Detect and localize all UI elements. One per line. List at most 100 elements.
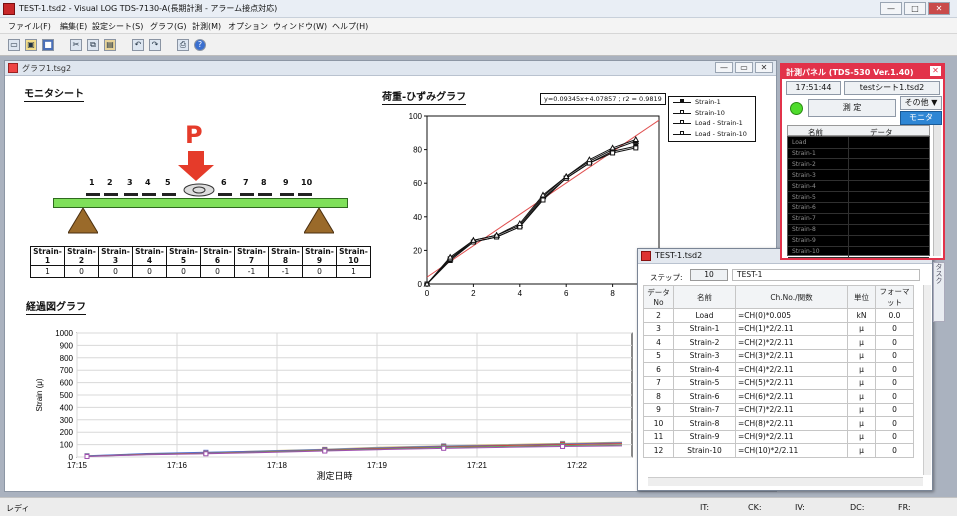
table-row[interactable]: 7 Strain-5 =CH(5)*2/2.11 μ 0	[643, 375, 914, 390]
table-cell[interactable]: Load	[673, 308, 736, 323]
column-header[interactable]: データNo	[643, 285, 674, 309]
panel-scrollbar[interactable]	[933, 125, 941, 256]
panel-row[interactable]: Strain-5	[788, 191, 929, 204]
table-cell[interactable]: 6	[643, 362, 674, 377]
table-row[interactable]: 12 Strain-10 =CH(10)*2/2.11 μ 0	[643, 443, 914, 458]
menu-options[interactable]: オプション	[228, 21, 268, 32]
table-cell[interactable]: μ	[847, 335, 876, 350]
panel-row[interactable]: Strain-8	[788, 224, 929, 236]
panel-row[interactable]: Load	[788, 137, 929, 149]
table-cell[interactable]: 0	[875, 375, 914, 390]
table-cell[interactable]: 2	[643, 308, 674, 323]
table-cell[interactable]: =CH(1)*2/2.11	[735, 321, 848, 336]
panel-row[interactable]: Strain-4	[788, 180, 929, 193]
undo-icon[interactable]: ↶	[132, 39, 144, 51]
table-cell[interactable]: 11	[643, 429, 674, 444]
cut-icon[interactable]: ✂	[70, 39, 82, 51]
panel-row[interactable]: Strain-1	[788, 147, 929, 160]
table-cell[interactable]: Strain-8	[673, 416, 736, 431]
table-cell[interactable]: 8	[643, 389, 674, 404]
panel-row[interactable]: Strain-2	[788, 158, 929, 171]
table-cell[interactable]: μ	[847, 375, 876, 390]
side-task-tab[interactable]: タスク	[933, 262, 945, 322]
close-button[interactable]: ✕	[928, 2, 950, 15]
panel-row[interactable]: Strain-6	[788, 202, 929, 214]
graph-close-button[interactable]: ✕	[755, 62, 773, 73]
table-cell[interactable]: 5	[643, 348, 674, 363]
menu-measure[interactable]: 計測(M)	[192, 21, 221, 32]
step-name-field[interactable]: TEST-1	[732, 269, 920, 281]
open-folder-icon[interactable]: ▣	[25, 39, 37, 51]
data-vertical-scrollbar[interactable]	[923, 285, 931, 475]
table-cell[interactable]: Strain-4	[673, 362, 736, 377]
table-cell[interactable]: =CH(9)*2/2.11	[735, 429, 848, 444]
table-cell[interactable]: =CH(5)*2/2.11	[735, 375, 848, 390]
table-cell[interactable]: kN	[847, 308, 876, 323]
table-cell[interactable]: 0	[875, 402, 914, 417]
table-cell[interactable]: 0	[875, 321, 914, 336]
redo-icon[interactable]: ↷	[149, 39, 161, 51]
measure-button[interactable]: 測 定	[808, 99, 896, 117]
data-horizontal-scrollbar[interactable]	[648, 477, 923, 486]
table-cell[interactable]: 0.0	[875, 308, 914, 323]
column-header[interactable]: 名前	[673, 285, 736, 309]
graph-minimize-button[interactable]: —	[715, 62, 733, 73]
table-cell[interactable]: =CH(3)*2/2.11	[735, 348, 848, 363]
table-cell[interactable]: =CH(7)*2/2.11	[735, 402, 848, 417]
table-cell[interactable]: μ	[847, 321, 876, 336]
graph-restore-button[interactable]: ▭	[735, 62, 753, 73]
monitor-button[interactable]: モニタ	[900, 111, 942, 125]
new-file-icon[interactable]: ▭	[8, 39, 20, 51]
table-row[interactable]: 2 Load =CH(0)*0.005 kN 0.0	[643, 308, 914, 323]
column-header[interactable]: 単位	[847, 285, 876, 309]
help-icon[interactable]: ?	[194, 39, 206, 51]
table-cell[interactable]: =CH(2)*2/2.11	[735, 335, 848, 350]
menu-graph[interactable]: グラフ(G)	[150, 21, 186, 32]
table-row[interactable]: 4 Strain-2 =CH(2)*2/2.11 μ 0	[643, 335, 914, 350]
step-value-field[interactable]: 10	[690, 269, 728, 281]
menu-edit[interactable]: 編集(E)	[60, 21, 87, 32]
table-cell[interactable]: 3	[643, 321, 674, 336]
table-cell[interactable]: μ	[847, 402, 876, 417]
paste-icon[interactable]: ▤	[104, 39, 116, 51]
column-header[interactable]: Ch.No./関数	[735, 285, 848, 309]
table-row[interactable]: 11 Strain-9 =CH(9)*2/2.11 μ 0	[643, 429, 914, 444]
table-cell[interactable]: Strain-3	[673, 348, 736, 363]
table-cell[interactable]: μ	[847, 348, 876, 363]
table-cell[interactable]: =CH(0)*0.005	[735, 308, 848, 323]
save-icon[interactable]: ■	[42, 39, 54, 51]
other-dropdown[interactable]: その他 ▼	[900, 96, 942, 110]
table-cell[interactable]: 0	[875, 429, 914, 444]
table-cell[interactable]: μ	[847, 389, 876, 404]
table-row[interactable]: 5 Strain-3 =CH(3)*2/2.11 μ 0	[643, 348, 914, 363]
table-cell[interactable]: 0	[875, 335, 914, 350]
table-cell[interactable]: 9	[643, 402, 674, 417]
panel-row[interactable]: Strain-9	[788, 235, 929, 247]
panel-row[interactable]: Strain-7	[788, 213, 929, 225]
table-cell[interactable]: μ	[847, 443, 876, 458]
table-cell[interactable]: μ	[847, 429, 876, 444]
table-cell[interactable]: =CH(8)*2/2.11	[735, 416, 848, 431]
column-header[interactable]: フォーマット	[875, 285, 914, 309]
copy-icon[interactable]: ⧉	[87, 39, 99, 51]
table-cell[interactable]: Strain-10	[673, 443, 736, 458]
table-row[interactable]: 9 Strain-7 =CH(7)*2/2.11 μ 0	[643, 402, 914, 417]
menu-setup-sheet[interactable]: 設定シート(S)	[92, 21, 143, 32]
panel-close-icon[interactable]: ✕	[930, 66, 941, 76]
table-cell[interactable]: 12	[643, 443, 674, 458]
table-cell[interactable]: Strain-5	[673, 375, 736, 390]
table-cell[interactable]: 0	[875, 389, 914, 404]
table-cell[interactable]: 0	[875, 416, 914, 431]
menu-window[interactable]: ウィンドウ(W)	[273, 21, 327, 32]
minimize-button[interactable]: —	[880, 2, 902, 15]
print-icon[interactable]: ⎙	[177, 39, 189, 51]
menu-help[interactable]: ヘルプ(H)	[332, 21, 368, 32]
table-row[interactable]: 10 Strain-8 =CH(8)*2/2.11 μ 0	[643, 416, 914, 431]
table-cell[interactable]: Strain-6	[673, 389, 736, 404]
table-row[interactable]: 8 Strain-6 =CH(6)*2/2.11 μ 0	[643, 389, 914, 404]
table-cell[interactable]: =CH(6)*2/2.11	[735, 389, 848, 404]
table-row[interactable]: 3 Strain-1 =CH(1)*2/2.11 μ 0	[643, 321, 914, 336]
table-cell[interactable]: μ	[847, 416, 876, 431]
table-cell[interactable]: μ	[847, 362, 876, 377]
table-cell[interactable]: 10	[643, 416, 674, 431]
